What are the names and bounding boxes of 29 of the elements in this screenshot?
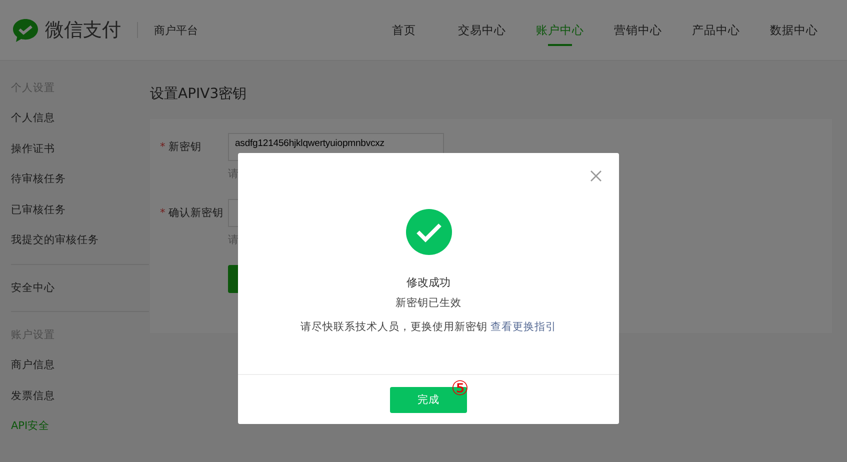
brand-name: 微信支付 — [45, 18, 121, 43]
nav-tab[interactable]: 首页 — [365, 0, 443, 60]
sidebar-item[interactable]: 我提交的审核任务 — [11, 225, 149, 256]
guide-link[interactable]: 查看更换指引 — [490, 321, 557, 333]
required-mark: * — [160, 141, 166, 153]
field-label: 确认新密钥 — [168, 206, 224, 220]
nav-tab[interactable]: 数据中心 — [755, 0, 833, 60]
sidebar-item[interactable]: 商户信息 — [11, 350, 149, 380]
dialog-message: 请尽快联系技术人员，更换使用新密钥 — [300, 321, 488, 333]
nav-tab[interactable]: 产品中心 — [677, 0, 755, 60]
sidebar-item[interactable]: API安全 — [11, 411, 149, 442]
nav-tab[interactable]: 营销中心 — [599, 0, 677, 60]
sidebar-item[interactable]: 操作证书 — [11, 134, 149, 164]
page-title: 设置APIV3密钥 — [150, 85, 248, 104]
success-check-icon — [406, 209, 452, 255]
nav-tab[interactable]: 交易中心 — [443, 0, 521, 60]
field-label: 新密钥 — [168, 140, 202, 154]
nav-tab[interactable]: 账户中心 — [521, 0, 599, 60]
sidebar-item[interactable]: 待审核任务 — [11, 164, 149, 194]
required-mark: * — [160, 207, 166, 219]
dialog-subtitle: 新密钥已生效 — [396, 296, 462, 310]
sidebar-item[interactable]: 安全中心 — [11, 272, 149, 303]
sidebar-item[interactable]: 个人信息 — [11, 103, 149, 134]
platform-name: 商户平台 — [154, 22, 198, 38]
close-icon[interactable] — [589, 169, 603, 183]
sidebar-item[interactable]: 发票信息 — [11, 380, 149, 411]
sidebar-item[interactable]: 已审核任务 — [11, 194, 149, 225]
chat-bubble-check-icon — [12, 18, 39, 42]
dialog-title: 修改成功 — [406, 275, 450, 290]
